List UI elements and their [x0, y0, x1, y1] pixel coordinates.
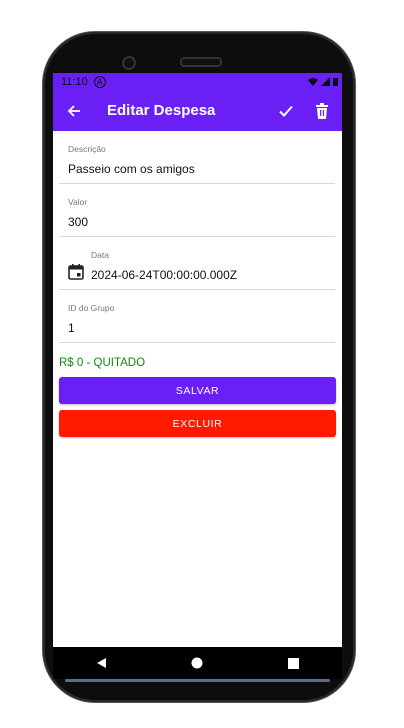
signal-icon: [321, 77, 330, 86]
circle-home-icon: [191, 657, 203, 669]
grupo-label: ID do Grupo: [68, 303, 115, 313]
arrow-left-icon: [67, 104, 80, 117]
battery-icon: [333, 78, 338, 86]
notification-icon: A: [93, 75, 106, 88]
page-title: Editar Despesa: [107, 102, 216, 119]
trash-icon: [316, 102, 328, 119]
data-label: Data: [91, 250, 109, 260]
nav-home-button[interactable]: [182, 653, 212, 673]
status-icons: [308, 77, 338, 86]
valor-label: Valor: [68, 197, 88, 207]
delete-button[interactable]: EXCLUIR: [59, 410, 336, 437]
descricao-field[interactable]: Descrição Passeio com os amigos: [59, 144, 335, 184]
grupo-value: 1: [68, 321, 75, 335]
valor-value: 300: [68, 215, 89, 229]
grupo-field[interactable]: ID do Grupo 1: [59, 303, 335, 343]
data-field[interactable]: Data 2024-06-24T00:00:00.000Z: [59, 250, 335, 290]
nav-recents-button[interactable]: [279, 653, 309, 673]
back-button[interactable]: [65, 102, 83, 120]
save-action-button[interactable]: [276, 101, 296, 121]
check-icon: [279, 105, 293, 117]
triangle-back-icon: [97, 658, 107, 668]
descricao-value: Passeio com os amigos: [68, 162, 195, 176]
square-recents-icon: [288, 657, 300, 669]
valor-field[interactable]: Valor 300: [59, 197, 335, 237]
descricao-label: Descrição: [68, 144, 106, 154]
wifi-icon: [308, 78, 318, 86]
screen: 11:10 A Editar Despesa Descrição Passeio…: [53, 73, 342, 679]
speaker: [180, 57, 222, 67]
status-time: 11:10: [61, 75, 88, 88]
delete-action-button[interactable]: [312, 101, 332, 121]
calendar-icon: [68, 264, 84, 280]
app-bar: Editar Despesa: [53, 90, 342, 131]
data-value: 2024-06-24T00:00:00.000Z: [91, 268, 238, 282]
gesture-bar: [65, 679, 330, 682]
payment-status: R$ 0 - QUITADO: [59, 357, 146, 369]
save-button[interactable]: SALVAR: [59, 377, 336, 404]
camera: [122, 56, 136, 70]
status-bar: 11:10 A: [53, 73, 342, 90]
nav-back-button[interactable]: [86, 653, 116, 673]
nav-bar: [53, 647, 342, 679]
